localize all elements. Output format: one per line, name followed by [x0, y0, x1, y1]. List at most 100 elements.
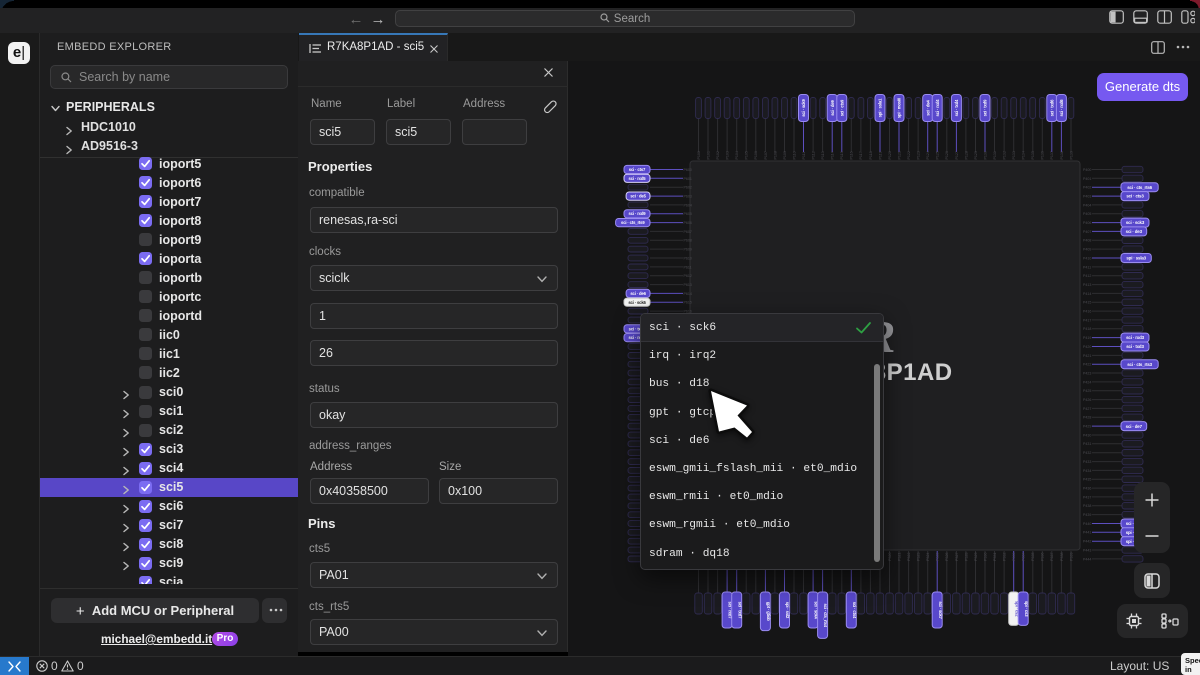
- svg-text:P606: P606: [684, 221, 692, 225]
- svg-text:P610: P610: [684, 256, 692, 260]
- svg-text:P417: P417: [1083, 318, 1091, 322]
- svg-text:P402: P402: [1083, 186, 1091, 190]
- svg-text:P337: P337: [1050, 553, 1054, 561]
- svg-text:P334: P334: [1022, 553, 1026, 561]
- svg-text:P331: P331: [993, 553, 997, 561]
- svg-text:P602: P602: [684, 186, 692, 190]
- svg-text:P419: P419: [1083, 336, 1091, 340]
- svg-text:P433: P433: [1083, 460, 1091, 464]
- svg-text:P133: P133: [1012, 151, 1016, 159]
- svg-text:P323: P323: [917, 553, 921, 561]
- svg-text:P122: P122: [907, 151, 911, 159]
- svg-text:P614: P614: [684, 292, 692, 296]
- svg-text:P325: P325: [936, 553, 940, 561]
- svg-text:P406: P406: [1083, 221, 1091, 225]
- svg-text:P136: P136: [1041, 151, 1045, 159]
- svg-text:P321: P321: [897, 553, 901, 561]
- svg-text:P423: P423: [1083, 371, 1091, 375]
- svg-text:P127: P127: [955, 151, 959, 159]
- svg-text:spi · ssla3: spi · ssla3: [1126, 256, 1146, 261]
- svg-text:P118: P118: [869, 151, 873, 159]
- svg-text:P438: P438: [1083, 504, 1091, 508]
- svg-text:P103: P103: [726, 151, 730, 159]
- svg-text:P322: P322: [907, 553, 911, 561]
- svg-text:P330: P330: [983, 553, 987, 561]
- svg-text:sci · sck3: sci · sck3: [1126, 220, 1145, 225]
- svg-text:sci · cts_rts6: sci · cts_rts6: [1127, 185, 1152, 190]
- svg-text:sci · cts_rts9: sci · cts_rts9: [621, 220, 645, 225]
- svg-text:P123: P123: [917, 151, 921, 159]
- svg-text:P105: P105: [745, 151, 749, 159]
- svg-text:P115: P115: [840, 151, 844, 159]
- svg-text:P408: P408: [1083, 239, 1091, 243]
- svg-text:P420: P420: [1083, 345, 1091, 349]
- svg-text:P131: P131: [993, 151, 997, 159]
- svg-text:P412: P412: [1083, 274, 1091, 278]
- svg-text:P139: P139: [1069, 151, 1073, 159]
- svg-text:P333: P333: [1012, 553, 1016, 561]
- svg-text:P129: P129: [974, 151, 978, 159]
- svg-text:P435: P435: [1083, 478, 1091, 482]
- svg-text:P104: P104: [735, 151, 739, 159]
- svg-text:sci · rxd5: sci · rxd5: [629, 176, 647, 181]
- svg-text:P112: P112: [812, 151, 816, 159]
- svg-text:P107: P107: [764, 151, 768, 159]
- svg-text:P605: P605: [684, 212, 692, 216]
- svg-text:P441: P441: [1083, 531, 1091, 535]
- svg-text:P125: P125: [936, 151, 940, 159]
- svg-text:sci · txd4: sci · txd4: [954, 99, 959, 116]
- svg-text:spi · ssl2: spi · ssl2: [785, 602, 790, 619]
- svg-text:P608: P608: [684, 239, 692, 243]
- svg-text:P431: P431: [1083, 442, 1091, 446]
- svg-text:sci · de6: sci · de6: [630, 291, 646, 296]
- svg-text:P426: P426: [1083, 398, 1091, 402]
- svg-text:P440: P440: [1083, 522, 1091, 526]
- svg-text:P604: P604: [684, 203, 692, 207]
- svg-text:spi · ssla1: spi · ssla1: [878, 98, 883, 117]
- svg-text:P102: P102: [716, 151, 720, 159]
- svg-text:P100: P100: [697, 151, 701, 159]
- svg-text:P409: P409: [1083, 248, 1091, 252]
- svg-text:P422: P422: [1083, 363, 1091, 367]
- svg-text:P121: P121: [897, 151, 901, 159]
- svg-text:P612: P612: [684, 274, 692, 278]
- svg-text:P128: P128: [964, 151, 968, 159]
- svg-text:P106: P106: [754, 151, 758, 159]
- svg-text:sci · sck9: sci · sck9: [801, 99, 806, 117]
- svg-text:P110: P110: [792, 151, 796, 159]
- svg-text:P413: P413: [1083, 283, 1091, 287]
- svg-text:sci · rxd3: sci · rxd3: [1126, 335, 1144, 340]
- svg-text:sci · txd6: sci · txd6: [1049, 99, 1054, 116]
- svg-text:P120: P120: [888, 151, 892, 159]
- svg-text:sci · sck7: sci · sck7: [938, 601, 943, 619]
- svg-text:P418: P418: [1083, 327, 1091, 331]
- svg-text:P611: P611: [684, 265, 692, 269]
- svg-text:P124: P124: [926, 151, 930, 159]
- svg-text:P432: P432: [1083, 451, 1091, 455]
- svg-text:sci · de3: sci · de3: [1126, 229, 1143, 234]
- svg-text:P414: P414: [1083, 292, 1091, 296]
- svg-text:P407: P407: [1083, 230, 1091, 234]
- svg-text:P113: P113: [821, 151, 825, 159]
- svg-text:P607: P607: [684, 230, 692, 234]
- svg-text:sci · de7: sci · de7: [1126, 424, 1143, 429]
- svg-text:P439: P439: [1083, 513, 1091, 517]
- svg-text:P437: P437: [1083, 495, 1091, 499]
- svg-text:P138: P138: [1060, 151, 1064, 159]
- svg-text:sci · txd3: sci · txd3: [1126, 344, 1144, 349]
- svg-text:sci · rxd6: sci · rxd6: [1059, 99, 1064, 117]
- svg-text:P135: P135: [1031, 151, 1035, 159]
- svg-text:P327: P327: [955, 553, 959, 561]
- svg-text:P338: P338: [1060, 553, 1064, 561]
- svg-text:sci · cts_rts4: sci · cts_rts4: [823, 603, 828, 627]
- svg-text:P101: P101: [706, 151, 710, 159]
- svg-text:P428: P428: [1083, 416, 1091, 420]
- svg-text:P134: P134: [1022, 151, 1026, 159]
- svg-text:P410: P410: [1083, 256, 1091, 260]
- svg-text:P411: P411: [1083, 265, 1091, 269]
- svg-text:sci · de4: sci · de4: [925, 99, 930, 115]
- svg-text:P603: P603: [684, 195, 692, 199]
- svg-text:P137: P137: [1050, 151, 1054, 159]
- svg-text:sci · cts4: sci · cts4: [852, 602, 857, 619]
- svg-text:P429: P429: [1083, 425, 1091, 429]
